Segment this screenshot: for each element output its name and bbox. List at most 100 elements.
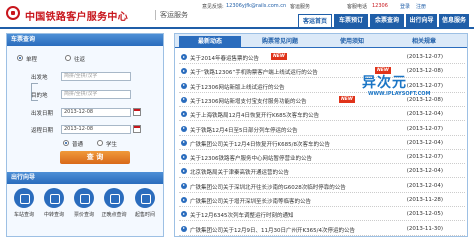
return-calendar-icon[interactable] [133,125,141,133]
transfer-icon [44,188,64,208]
news-item[interactable]: 广铁集团公司关于12月9日、11月30日广州开K365/4次停运的公告 (2013… [179,223,465,236]
news-date: (2013-12-07) [406,154,443,161]
news-title[interactable]: 广铁集团公司关于深圳北开往长沙南的G6028次临时停靠的公告 [190,183,346,191]
ticket-query-panel: 车票查询 单程 往返 出发地 简拼/全拼/汉字 目的地 简拼/全拼/汉字 出发日… [6,33,164,237]
bullet-arrow-icon [181,54,187,60]
service-link[interactable]: 客运服务 [290,3,310,10]
fare-icon [74,188,94,208]
bullet-arrow-icon [181,154,187,161]
register-link[interactable]: 注册 [416,3,426,10]
news-title[interactable]: 关于“铁路12306”手机购票客户端上线试运行的公告 [190,68,318,76]
depart-date-label: 出发日期 [31,111,54,117]
news-title[interactable]: 关于12306铁路客户服务中心网站暂停营业的公告 [190,154,312,162]
ticket-query-title: 车票查询 [7,34,163,46]
news-date: (2013-12-04) [406,139,443,146]
hotline-number: 12306 [372,3,388,9]
news-tab-rules[interactable]: 相关规章 [389,36,459,48]
bullet-arrow-icon [181,96,187,103]
guide-label: 起售时间 [134,212,155,218]
bullet-arrow-icon [181,182,187,189]
news-tab-latest[interactable]: 最新动态 [179,36,241,48]
bullet-arrow-icon [181,168,187,175]
watermark-logo: 异次元 WWW.IPLAYSOFT.COM [362,72,434,104]
depart-calendar-icon[interactable] [133,108,141,116]
query-button[interactable]: 查 询 [60,151,130,164]
news-date: (2013-11-28) [406,197,443,203]
feedback-email-link[interactable]: 12306yjfk@rails.com.cn [226,3,286,9]
roundtrip-radio[interactable] [65,55,71,61]
new-badge: NEW [339,95,355,103]
news-item[interactable]: 广铁集团公司关于12月4日恢复开行K685/8次客车的公告 (2013-12-04… [179,137,465,150]
railway-logo-icon [6,6,20,20]
oneway-radio[interactable] [17,55,23,61]
nav-tab-remaining[interactable]: 余票查询 [370,14,404,27]
news-tab-notice[interactable]: 使用须知 [319,36,385,48]
news-item[interactable]: 广铁集团公司关于增开深圳至长沙南等临客的公告 (2013-11-28) [179,194,465,207]
news-date: (2013-12-07) [406,125,443,132]
nav-tab-home[interactable]: 客运首页 [298,14,332,27]
student-label: 学生 [106,142,118,148]
normal-label: 普通 [72,142,84,148]
news-item[interactable]: 关于2014年春运售票的公告 NEW (2013-12-07) [179,51,465,64]
news-item[interactable]: 关于上海铁路局12月4日恢复开行K685次客车的公告 (2013-12-04) [179,108,465,122]
news-date: (2013-12-04) [406,182,443,189]
bullet-arrow-icon [181,125,187,132]
nav-tab-booking[interactable]: 车票预订 [334,14,368,27]
clock-icon [104,188,124,208]
news-item[interactable]: 广铁集团公司关于深圳北开往长沙南的G6028次临时停靠的公告 (2013-12-0… [179,180,465,193]
login-link[interactable]: 登录 [400,3,410,10]
news-title[interactable]: 广铁集团公司关于12月9日、11月30日广州开K365/4次停运的公告 [190,226,355,234]
bullet-arrow-icon [181,82,187,89]
guide-fare-query[interactable]: 票价查询 [70,188,98,218]
news-item[interactable]: 关于铁路12月4日至5日部分列车停运的公告 (2013-12-07) [179,123,465,136]
to-station-input[interactable]: 简拼/全拼/汉字 [61,90,131,99]
news-title[interactable]: 关于12306网站新版上线试运行的公告 [190,83,285,91]
news-item[interactable]: 关于12月6345次列车调整运行时刻的通知 (2013-12-05) [179,208,465,222]
travel-guide-title: 出行向导 [7,172,163,184]
guide-station-query[interactable]: 车站查询 [10,188,38,218]
bullet-arrow-icon [181,111,187,118]
bullet-arrow-icon [181,68,187,75]
hotline-label: 客服电话 [347,4,368,10]
guide-label: 中转查询 [43,212,64,218]
news-title[interactable]: 关于12306网站新增支付宝支付服务功能的公告 [190,97,307,105]
from-station-input[interactable]: 简拼/全拼/汉字 [61,72,131,81]
top-links: 意见反馈: 12306yjfk@rails.com.cn 客运服务 客服电话 1… [202,2,470,12]
bullet-arrow-icon [181,139,187,146]
bullet-arrow-icon [181,197,187,203]
news-title[interactable]: 关于2014年春运售票的公告 [190,54,259,62]
guide-delay-query[interactable]: 正晚点查询 [100,188,128,218]
guide-label: 票价查询 [73,212,94,218]
news-tab-faq[interactable]: 购票常见问题 [245,36,315,48]
guide-transfer-query[interactable]: 中转查询 [40,188,68,218]
news-date: (2013-12-05) [406,211,443,218]
nav-tab-guide[interactable]: 出行向导 [406,14,437,27]
news-title[interactable]: 北京铁路局关于津秦高铁开通运营的公告 [190,168,289,176]
oneway-label: 单程 [26,57,38,63]
news-title[interactable]: 广铁集团公司关于增开深圳至长沙南等临客的公告 [190,197,311,205]
news-title[interactable]: 广铁集团公司关于12月4日恢复开行K685/8次客车的公告 [190,140,330,148]
news-date: (2013-12-04) [406,168,443,175]
station-icon [14,188,34,208]
guide-label: 车站查询 [13,212,34,218]
news-item[interactable]: 关于12306铁路客户服务中心网站暂停营业的公告 (2013-12-07) [179,151,465,165]
feedback-label: 意见反馈: [202,4,224,10]
roundtrip-label: 往返 [74,57,86,63]
normal-radio[interactable] [63,140,69,146]
news-date: (2013-11-30) [406,225,443,232]
watermark-sub: WWW.IPLAYSOFT.COM [368,91,431,97]
header: 中国铁路客户服务中心 客运服务 意见反馈: 12306yjfk@rails.co… [0,0,474,28]
depart-date-input[interactable]: 2013-12-08 [61,108,131,117]
new-badge: NEW [271,53,287,60]
bullet-arrow-icon [181,211,187,218]
student-radio[interactable] [97,140,103,146]
news-item[interactable]: 北京铁路局关于津秦高铁开通运营的公告 (2013-12-04) [179,165,465,179]
news-title[interactable]: 关于铁路12月4日至5日部分列车停运的公告 [190,126,298,134]
nav-tab-info[interactable]: 信息服务 [439,14,469,27]
return-date-input[interactable]: 2013-12-08 [61,125,131,134]
guide-label: 正晚点查询 [101,212,127,218]
calendar-icon [135,188,155,208]
news-title[interactable]: 关于12月6345次列车调整运行时刻的通知 [190,211,294,219]
news-title[interactable]: 关于上海铁路局12月4日恢复开行K685次客车的公告 [190,111,319,119]
guide-sale-time[interactable]: 起售时间 [131,188,159,218]
